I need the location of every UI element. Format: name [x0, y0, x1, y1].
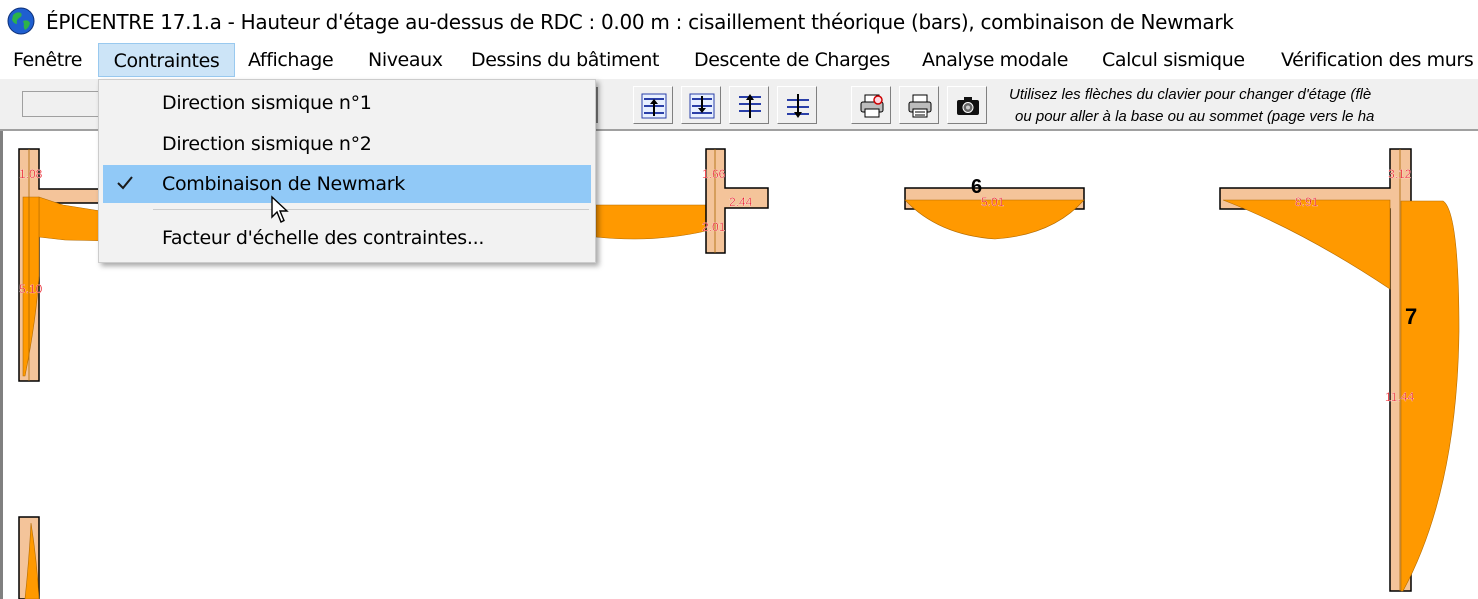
toolbar-field[interactable] [22, 91, 100, 117]
level-down-button[interactable] [681, 86, 721, 124]
camera-button[interactable] [947, 86, 987, 124]
value-label: 11.44 [1385, 390, 1414, 404]
menu-bar: Fenêtre Contraintes Affichage Niveaux De… [0, 42, 1478, 79]
menu-item-direction-sismique-1[interactable]: Direction sismique n°1 [103, 84, 591, 122]
level-up-icon [641, 93, 667, 119]
toolbar-divider [596, 87, 598, 123]
go-bottom-icon [787, 94, 809, 118]
stress-diagram [595, 204, 707, 240]
level-up-button[interactable] [633, 86, 673, 124]
menu-fenetre[interactable]: Fenêtre [13, 43, 82, 77]
print-preview-icon [860, 94, 884, 118]
contraintes-dropdown: Direction sismique n°1 Direction sismiqu… [98, 79, 596, 263]
wall-label-7: 7 [1405, 304, 1417, 329]
menu-item-facteur-echelle[interactable]: Facteur d'échelle des contraintes... [103, 219, 591, 257]
checkmark-icon [117, 176, 133, 190]
toolbar-hint-line2: ou pour aller à la base ou au sommet (pa… [1015, 108, 1375, 125]
toolbar-hint-line1: Utilisez les flèches du clavier pour cha… [1009, 86, 1372, 103]
print-button[interactable] [899, 86, 939, 124]
value-label: 5.01 [981, 195, 1005, 209]
stress-diagram [1222, 199, 1391, 290]
go-top-button[interactable] [729, 86, 769, 124]
value-label: 2.01 [702, 220, 726, 234]
globe-icon[interactable] [7, 7, 35, 35]
menu-niveaux[interactable]: Niveaux [368, 43, 443, 77]
window-title: ÉPICENTRE 17.1.a - Hauteur d'étage au-de… [46, 10, 1234, 34]
go-top-icon [739, 94, 761, 118]
menu-analyse-modale[interactable]: Analyse modale [922, 43, 1068, 77]
wall-label-6: 6 [971, 176, 982, 198]
mouse-cursor-icon [271, 195, 289, 223]
menu-verification-des-murs[interactable]: Vérification des murs [1281, 43, 1474, 77]
value-label: 8.91 [1295, 195, 1319, 209]
print-preview-button[interactable] [851, 86, 891, 124]
value-label: 1.66 [702, 167, 726, 181]
menu-separator [153, 209, 589, 210]
menu-calcul-sismique[interactable]: Calcul sismique [1102, 43, 1245, 77]
value-label: 3.12 [1388, 167, 1412, 181]
menu-affichage[interactable]: Affichage [248, 43, 334, 77]
print-icon [908, 94, 932, 118]
go-bottom-button[interactable] [777, 86, 817, 124]
title-bar: ÉPICENTRE 17.1.a - Hauteur d'étage au-de… [0, 0, 1478, 42]
value-label: 1.08 [19, 167, 43, 181]
menu-item-direction-sismique-2[interactable]: Direction sismique n°2 [103, 125, 591, 163]
level-down-icon [689, 93, 715, 119]
menu-contraintes[interactable]: Contraintes [98, 43, 235, 77]
menu-item-combinaison-newmark[interactable]: Combinaison de Newmark [103, 165, 591, 203]
value-label: 5.10 [19, 282, 43, 296]
menu-descente-de-charges[interactable]: Descente de Charges [694, 43, 890, 77]
camera-icon [957, 97, 979, 115]
menu-dessins-du-batiment[interactable]: Dessins du bâtiment [471, 43, 659, 77]
value-label: 2.44 [729, 195, 753, 209]
